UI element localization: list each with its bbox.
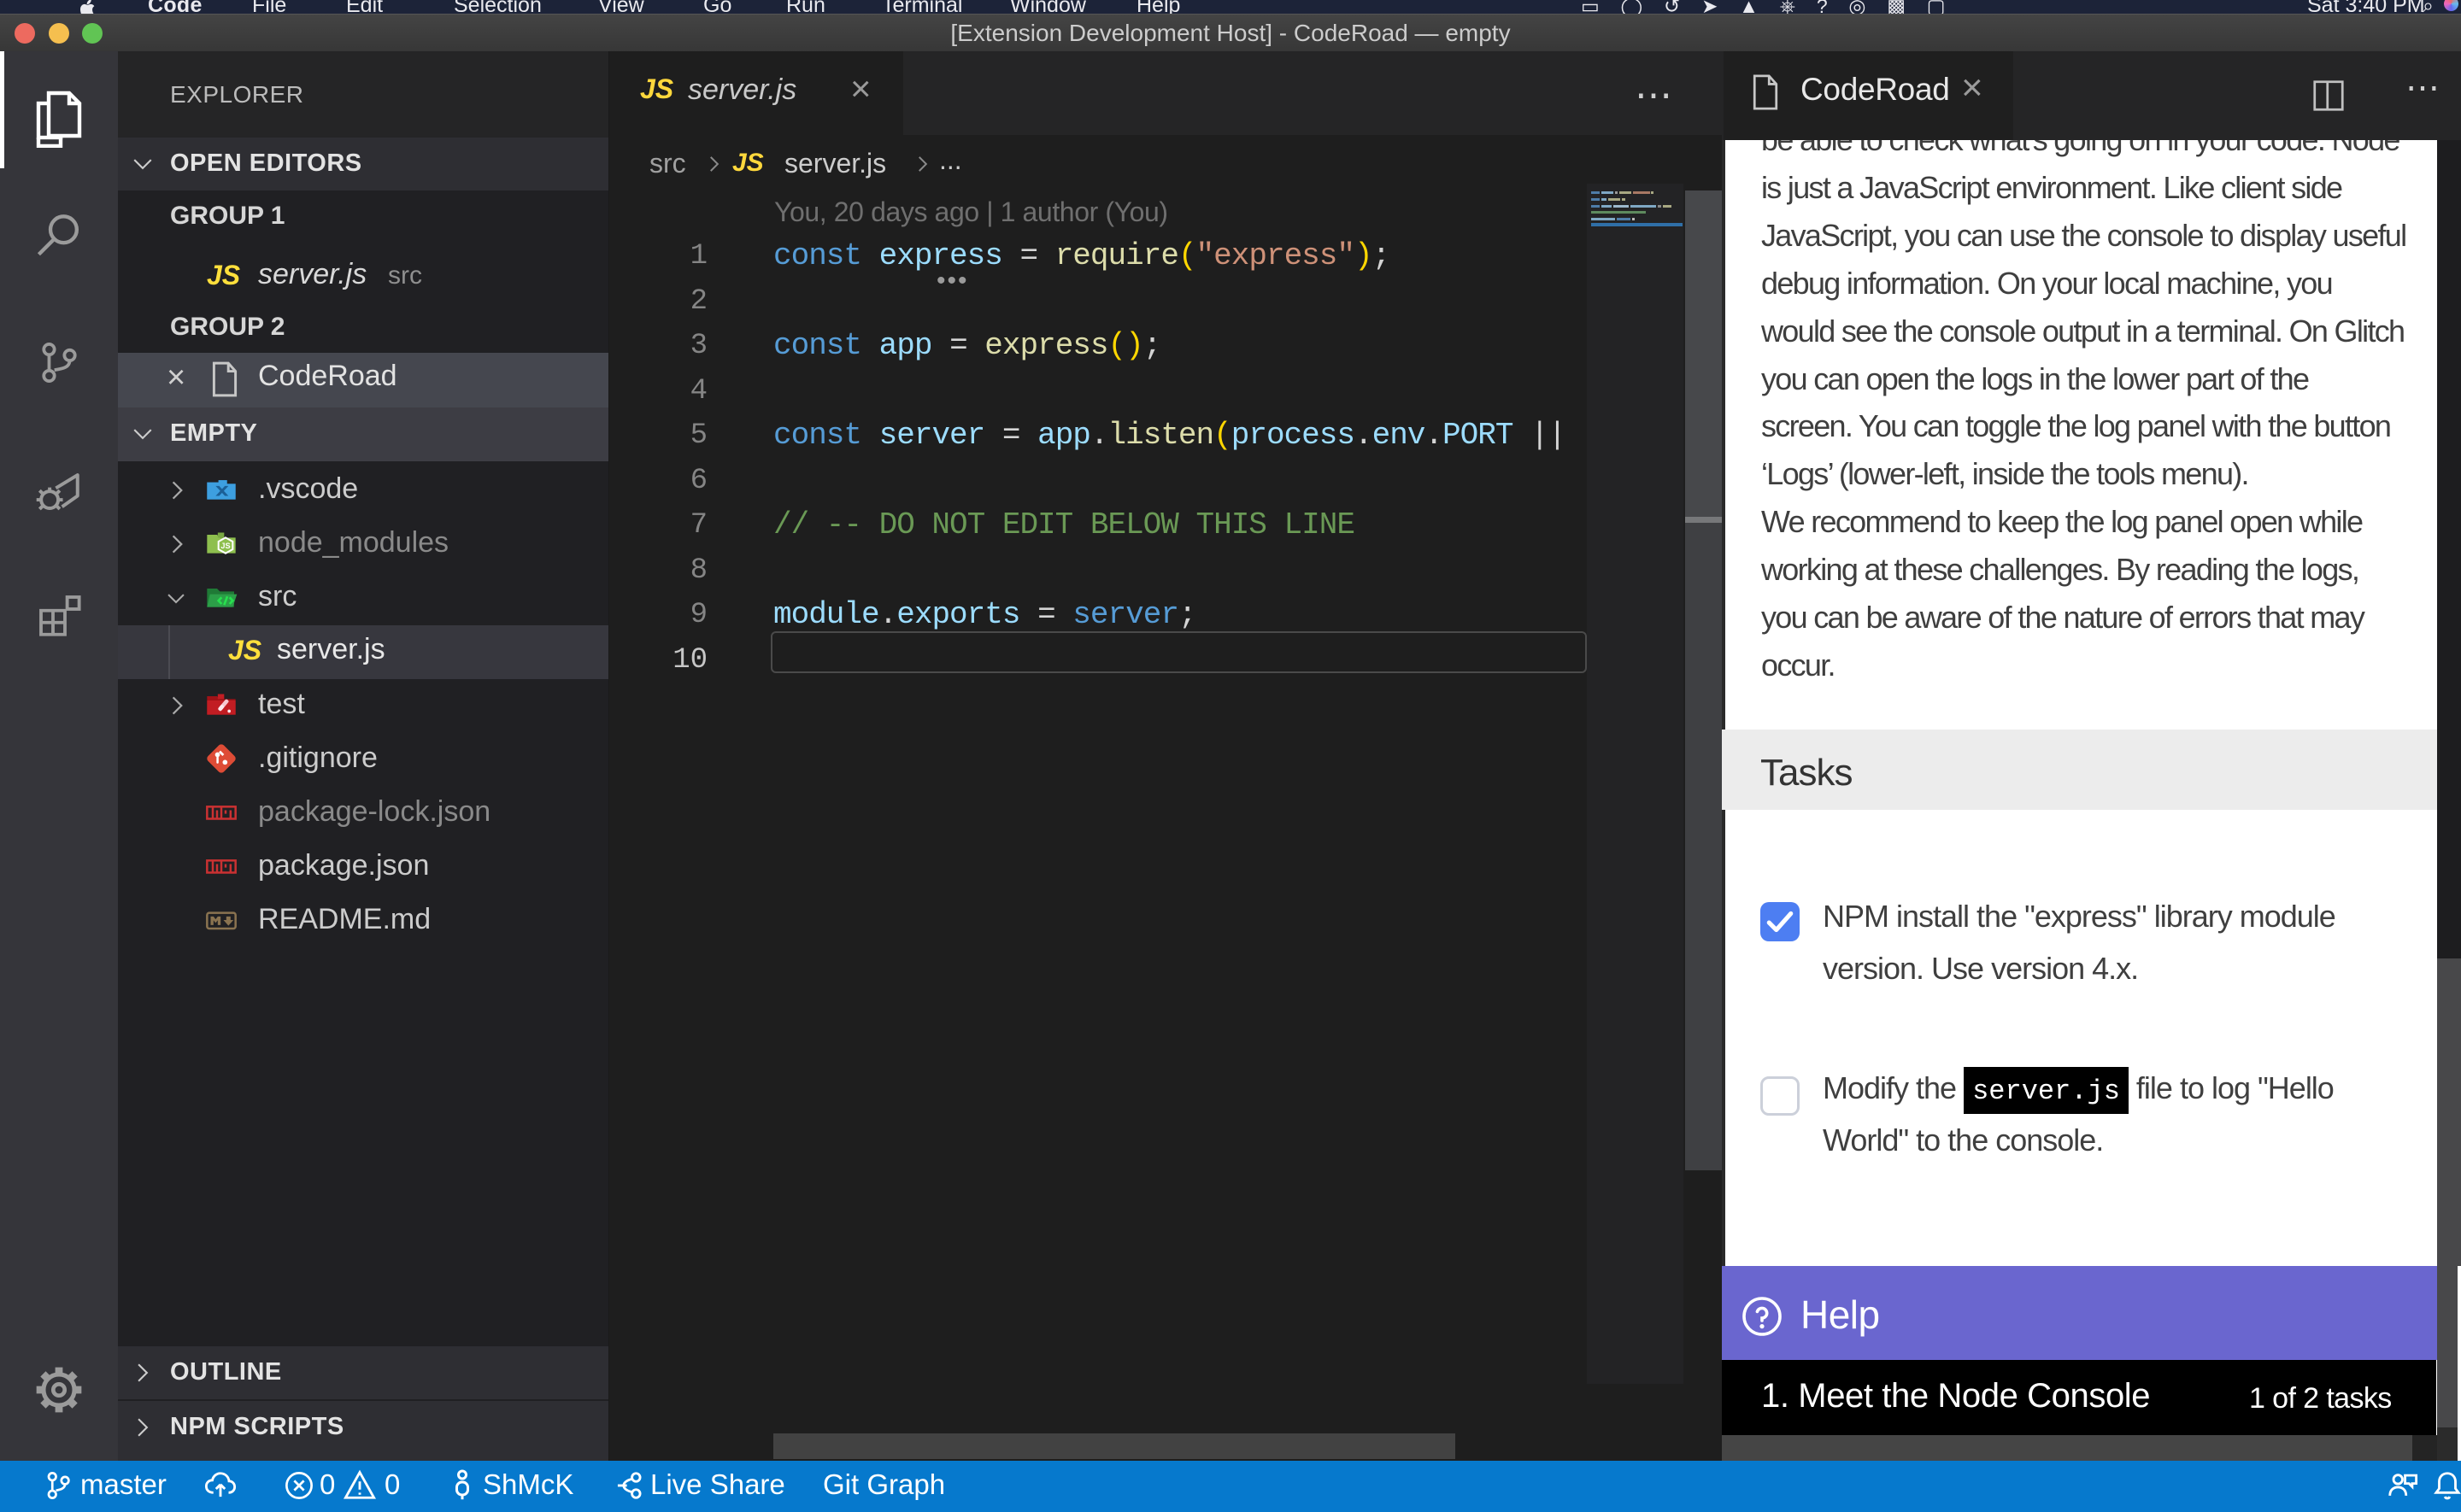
svg-text:JS: JS bbox=[220, 542, 230, 550]
